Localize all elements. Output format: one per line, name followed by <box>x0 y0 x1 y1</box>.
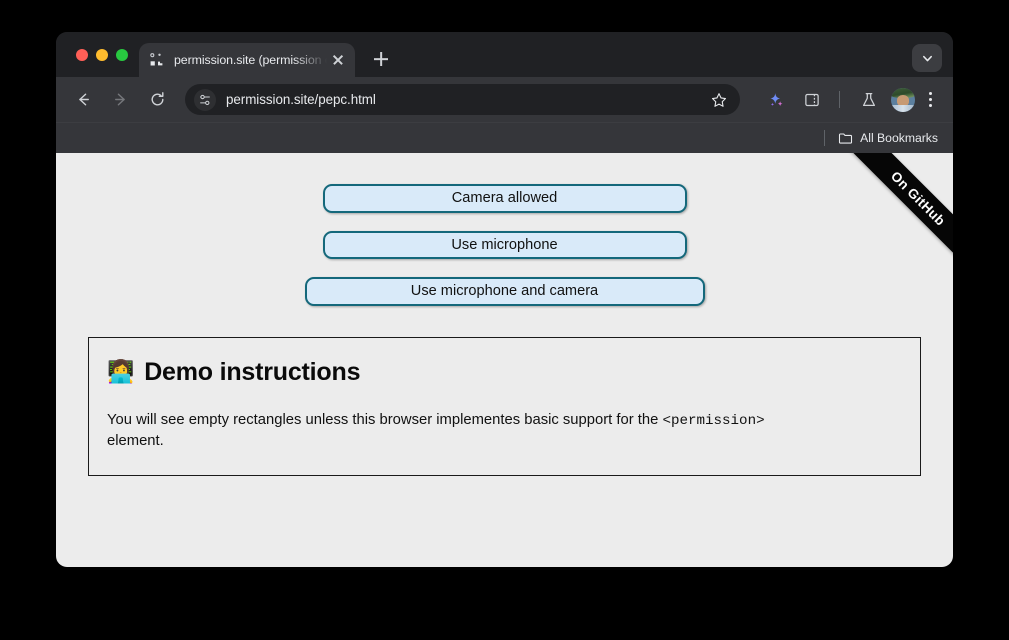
forward-arrow-icon <box>112 91 129 108</box>
folder-icon <box>838 131 853 146</box>
new-tab-button[interactable] <box>366 44 396 74</box>
tab-strip: permission.site (permission el <box>56 32 953 77</box>
star-icon <box>711 92 727 108</box>
instructions-text-after: element. <box>107 433 164 449</box>
bookmarks-divider <box>824 130 825 146</box>
menu-dot <box>929 92 932 95</box>
github-ribbon-label[interactable]: On GitHub <box>831 153 953 286</box>
toolbar-divider <box>839 91 840 108</box>
url-text[interactable]: permission.site/pepc.html <box>226 92 704 107</box>
address-bar[interactable]: permission.site/pepc.html <box>185 84 740 115</box>
all-bookmarks-label: All Bookmarks <box>860 131 938 145</box>
tab-title: permission.site (permission el <box>174 53 327 67</box>
window-controls <box>56 32 139 77</box>
browser-tab[interactable]: permission.site (permission el <box>139 43 355 77</box>
bookmark-star-button[interactable] <box>708 89 730 111</box>
close-window-button[interactable] <box>76 49 88 61</box>
avatar-body <box>891 105 915 111</box>
side-panel-icon <box>803 91 821 109</box>
bookmarks-bar: All Bookmarks <box>56 122 953 153</box>
github-ribbon[interactable]: On GitHub <box>815 153 953 291</box>
menu-dot <box>929 98 932 101</box>
demo-instructions-heading: 👩‍💻 Demo instructions <box>107 358 902 387</box>
maximize-window-button[interactable] <box>116 49 128 61</box>
permission-element-microphone[interactable]: Use microphone <box>323 231 687 260</box>
labs-button[interactable] <box>855 86 883 114</box>
site-settings-button[interactable] <box>194 89 216 111</box>
minimize-window-button[interactable] <box>96 49 108 61</box>
forward-button[interactable] <box>105 85 135 115</box>
instructions-text-before: You will see empty rectangles unless thi… <box>107 412 662 428</box>
sparkle-icon <box>767 91 785 109</box>
menu-dot <box>929 104 932 107</box>
tab-search-button[interactable] <box>912 44 942 72</box>
flask-icon <box>860 91 878 109</box>
demo-instructions-box: 👩‍💻 Demo instructions You will see empty… <box>88 337 921 476</box>
back-arrow-icon <box>75 91 92 108</box>
profile-avatar[interactable] <box>891 88 915 112</box>
browser-toolbar: permission.site/pepc.html <box>56 77 953 122</box>
chevron-down-icon <box>921 52 934 65</box>
side-panel-button[interactable] <box>798 86 826 114</box>
tune-sliders-icon <box>198 93 212 107</box>
all-bookmarks-button[interactable]: All Bookmarks <box>838 131 938 146</box>
reload-icon <box>149 91 166 108</box>
reload-button[interactable] <box>142 85 172 115</box>
page-viewport: On GitHub Camera allowed Use microphone … <box>56 153 953 567</box>
close-tab-button[interactable] <box>329 51 347 69</box>
technologist-emoji-icon: 👩‍💻 <box>107 361 134 383</box>
permission-tag-text: <permission> <box>662 413 764 429</box>
permission-element-microphone-and-camera[interactable]: Use microphone and camera <box>305 277 705 306</box>
permission-element-camera[interactable]: Camera allowed <box>323 184 687 213</box>
demo-instructions-title: Demo instructions <box>144 358 360 387</box>
demo-instructions-body: You will see empty rectangles unless thi… <box>107 410 807 453</box>
permission-site-favicon-icon <box>149 52 165 68</box>
browser-window: permission.site (permission el <box>56 32 953 567</box>
browser-menu-button[interactable] <box>919 86 941 114</box>
gemini-button[interactable] <box>762 86 790 114</box>
toolbar-actions <box>754 86 941 114</box>
back-button[interactable] <box>68 85 98 115</box>
